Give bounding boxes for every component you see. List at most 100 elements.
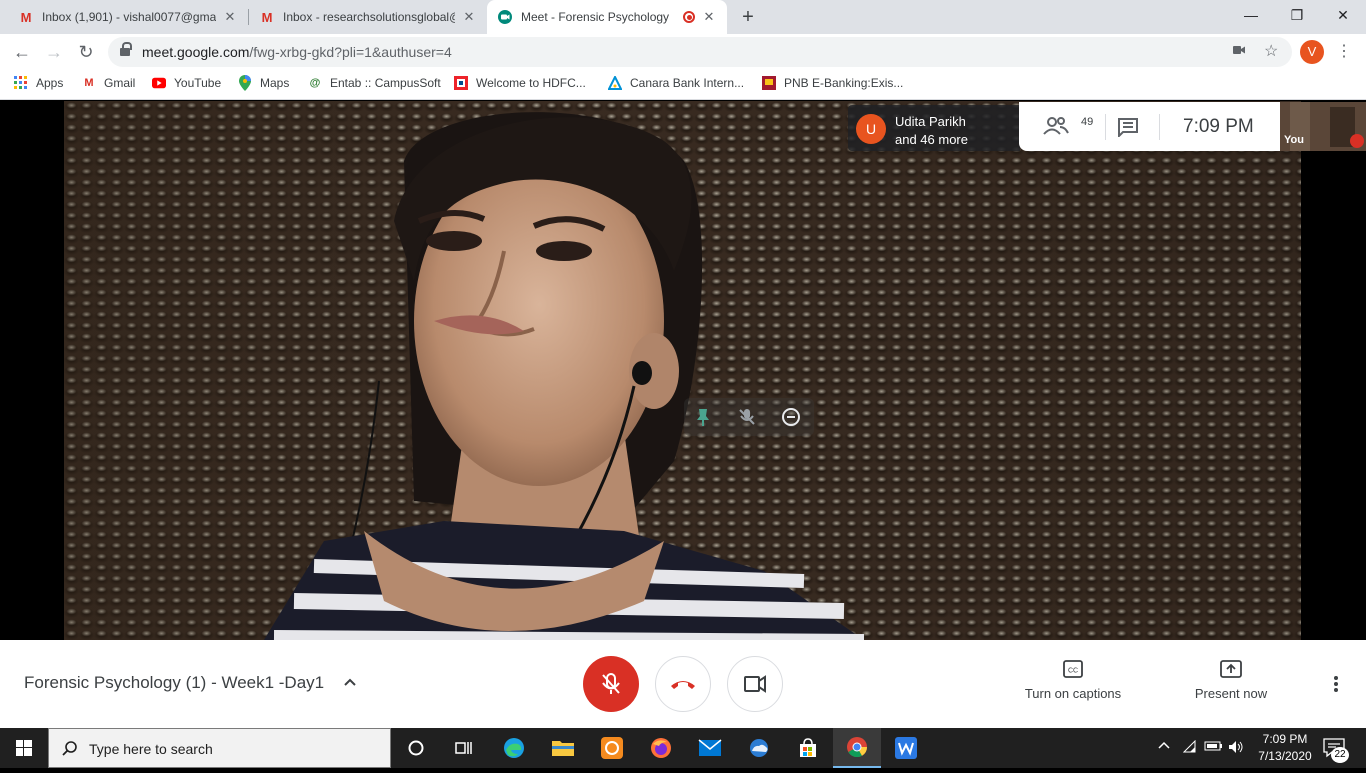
close-window-button[interactable]: ✕ <box>1320 0 1366 30</box>
more-options-icon[interactable] <box>1326 674 1346 694</box>
bookmark-label: Canara Bank Intern... <box>630 76 745 90</box>
task-view-button[interactable] <box>440 728 488 768</box>
camera-toggle-button[interactable] <box>727 656 783 712</box>
reload-button[interactable]: ↻ <box>72 38 100 66</box>
bookmark-entab[interactable]: @ Entab :: CampusSoft <box>308 76 441 90</box>
gmail-icon: M <box>261 9 273 25</box>
meet-control-bar: Forensic Psychology (1) - Week1 -Day1 CC… <box>0 640 1366 728</box>
taskbar-file-explorer[interactable] <box>539 728 587 768</box>
restore-button[interactable]: ❐ <box>1274 0 1320 30</box>
close-tab-icon[interactable]: ✕ <box>461 9 477 25</box>
bookmark-maps[interactable]: Maps <box>238 75 290 91</box>
canara-icon <box>608 76 622 90</box>
taskbar-chrome[interactable] <box>833 728 881 768</box>
volume-icon[interactable] <box>1228 740 1244 757</box>
bookmark-label: YouTube <box>174 76 222 90</box>
windows-taskbar: Type here to search 7:09 PM 7/13/2020 22 <box>0 728 1366 768</box>
taskbar-firefox[interactable] <box>637 728 685 768</box>
tab-meet[interactable]: Meet - Forensic Psychology ✕ <box>487 0 727 34</box>
taskbar-mail[interactable] <box>686 728 734 768</box>
pnb-icon <box>762 76 776 90</box>
new-tab-button[interactable]: + <box>738 4 758 30</box>
browser-tab-strip: M Inbox (1,901) - vishal0077@gmai ✕ M In… <box>0 0 1366 34</box>
leave-call-button[interactable] <box>655 656 711 712</box>
bookmark-label: PNB E-Banking:Exis... <box>784 76 904 90</box>
chrome-icon <box>847 737 868 758</box>
battery-icon[interactable] <box>1204 740 1224 755</box>
url-path: /fwg-xrbg-gkd?pli=1&authuser=4 <box>249 44 452 60</box>
bookmark-label: Maps <box>260 76 290 90</box>
camera-permission-icon[interactable] <box>1232 43 1246 60</box>
onedrive-icon <box>750 739 768 757</box>
bookmark-pnb[interactable]: PNB E-Banking:Exis... <box>762 76 903 90</box>
taskbar-store[interactable] <box>784 728 832 768</box>
bookmarks-bar: Apps M Gmail YouTube Maps @ Entab :: Cam… <box>0 70 1366 100</box>
cortana-button[interactable] <box>392 728 440 768</box>
task-view-icon <box>455 742 472 754</box>
bookmark-apps[interactable]: Apps <box>14 76 63 90</box>
network-icon[interactable] <box>1182 739 1199 757</box>
present-screen-icon <box>1220 660 1242 678</box>
close-tab-icon[interactable]: ✕ <box>222 9 238 25</box>
gmail-icon: M <box>20 9 32 25</box>
search-placeholder: Type here to search <box>89 741 213 757</box>
mute-participant-icon[interactable] <box>736 406 758 428</box>
people-icon[interactable] <box>1043 115 1069 142</box>
system-clock[interactable]: 7:09 PM 7/13/2020 <box>1254 731 1316 765</box>
bookmark-label: Welcome to HDFC... <box>476 76 586 90</box>
recording-indicator-icon <box>683 11 695 23</box>
bookmark-youtube[interactable]: YouTube <box>152 76 221 90</box>
bookmark-hdfc[interactable]: Welcome to HDFC... <box>454 76 586 90</box>
start-button[interactable] <box>0 728 48 768</box>
forward-button[interactable]: → <box>40 38 68 66</box>
notification-count-badge: 22 <box>1331 747 1349 763</box>
participant-video-image <box>264 112 865 640</box>
address-bar[interactable]: meet.google.com/fwg-xrbg-gkd?pli=1&authu… <box>108 37 1292 67</box>
mail-icon <box>698 739 722 756</box>
taskbar-search-box[interactable]: Type here to search <box>48 728 391 768</box>
bookmark-canara[interactable]: Canara Bank Intern... <box>608 76 744 90</box>
url-text: meet.google.com/fwg-xrbg-gkd?pli=1&authu… <box>142 44 452 60</box>
profile-avatar[interactable]: V <box>1300 40 1324 64</box>
active-speakers-chip[interactable]: U Udita Parikh and 46 more <box>848 105 1020 151</box>
tab-gmail-inbox-2[interactable]: M Inbox - researchsolutionsglobal@ ✕ <box>249 0 487 34</box>
minimize-button[interactable]: — <box>1228 0 1274 30</box>
mic-off-icon <box>602 673 620 694</box>
tray-overflow-chevron-icon[interactable] <box>1158 740 1170 755</box>
svg-text:CC: CC <box>1068 668 1078 675</box>
meeting-title[interactable]: Forensic Psychology (1) - Week1 -Day1 <box>24 673 324 693</box>
tab-title: Inbox (1,901) - vishal0077@gmai <box>42 10 216 24</box>
main-video-tile[interactable] <box>64 101 1301 640</box>
divider <box>1159 114 1160 140</box>
tab-gmail-inbox-1[interactable]: M Inbox (1,901) - vishal0077@gmai ✕ <box>8 0 248 34</box>
apps-grid-icon <box>14 76 28 90</box>
captions-button[interactable]: CC Turn on captions <box>1018 660 1128 701</box>
taskbar-wps[interactable] <box>882 728 930 768</box>
url-host: meet.google.com <box>142 44 250 60</box>
self-muted-icon <box>1350 134 1364 148</box>
tab-title: Meet - Forensic Psychology <box>521 10 670 24</box>
chrome-menu-icon[interactable]: ⋮ <box>1336 40 1352 64</box>
bookmark-star-icon[interactable]: ☆ <box>1264 41 1278 61</box>
firefox-icon <box>651 738 671 758</box>
windows-logo-icon <box>16 740 32 756</box>
taskbar-onedrive-app[interactable] <box>735 728 783 768</box>
chevron-up-icon[interactable] <box>342 674 358 690</box>
present-now-button[interactable]: Present now <box>1186 660 1276 701</box>
taskbar-app-orange[interactable] <box>588 728 636 768</box>
taskbar-edge[interactable] <box>490 728 538 768</box>
close-tab-icon[interactable]: ✕ <box>701 9 717 25</box>
captions-label: Turn on captions <box>1024 686 1122 701</box>
remove-participant-icon[interactable] <box>780 406 802 428</box>
self-video-tile[interactable]: You <box>1280 102 1366 151</box>
chat-icon[interactable] <box>1117 117 1139 142</box>
back-button[interactable]: ← <box>8 38 36 66</box>
entab-icon: @ <box>309 77 321 89</box>
microphone-toggle-button[interactable] <box>583 656 639 712</box>
folder-icon <box>552 741 574 756</box>
speaker-name: Udita Parikh <box>895 114 966 129</box>
lock-icon <box>120 42 132 58</box>
pin-icon[interactable] <box>692 406 714 428</box>
bookmark-gmail[interactable]: M Gmail <box>82 76 135 90</box>
participant-avatar: U <box>856 114 886 144</box>
